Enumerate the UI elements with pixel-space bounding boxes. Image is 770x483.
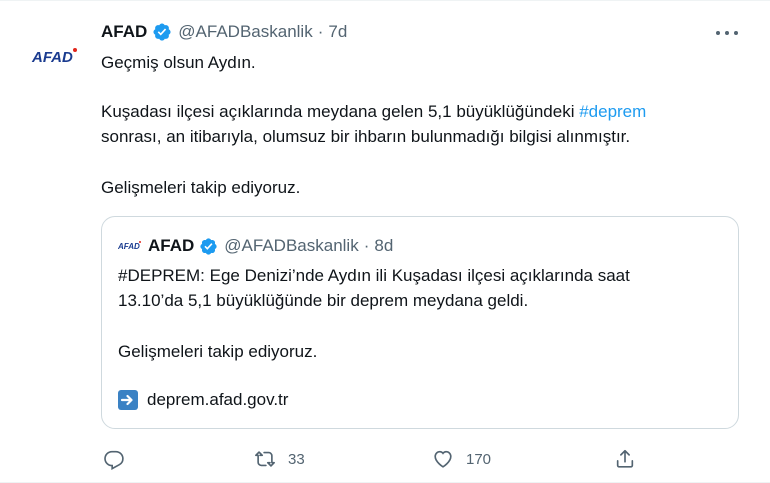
tweet-text-segment: Kuşadası ilçesi açıklarında meydana gele… [101,102,580,121]
afad-logo-dot [73,48,77,52]
tweet-text-closing: Gelişmeleri takip ediyoruz. [101,178,301,197]
hashtag-link[interactable]: #deprem [579,102,646,121]
quoted-text-closing: Gelişmeleri takip ediyoruz. [118,342,318,361]
afad-logo-text: AFAD [31,49,73,66]
avatar[interactable]: AFAD [26,31,80,85]
tweet-time[interactable]: 7d [328,22,347,42]
quoted-afad-logo-dot [139,241,141,243]
retweet-count: 33 [288,450,305,468]
quoted-text-line: #DEPREM: Ege Denizi’nde Aydın ili Kuşada… [118,266,630,285]
external-link[interactable]: deprem.afad.gov.tr [118,389,288,411]
reply-button[interactable] [103,446,125,472]
retweet-button[interactable]: 33 [254,446,305,472]
quoted-afad-logo-text: AFAD [118,242,140,251]
heart-icon [432,448,454,470]
share-icon [614,448,636,470]
tweet[interactable]: AFAD AFAD @AFADBaskanlik · 7d Geçmiş ols… [0,0,770,483]
author-handle[interactable]: @AFADBaskanlik [178,22,312,42]
tweet-header: AFAD @AFADBaskanlik · 7d [101,21,347,43]
quoted-tweet-time[interactable]: 8d [374,236,393,256]
arrow-right-box-icon [118,390,138,410]
like-button[interactable]: 170 [432,446,491,472]
verified-badge-icon [199,237,218,256]
author-name[interactable]: AFAD [101,22,147,42]
like-count: 170 [466,450,492,468]
verified-badge-icon [152,22,172,42]
action-bar: 33 170 [0,446,770,472]
tweet-text-greeting: Geçmiş olsun Aydın. [101,53,256,72]
separator-dot: · [363,236,370,255]
tweet-text-line: sonrası, an itibarıyla, olumsuz bir ihba… [101,127,631,146]
link-text[interactable]: deprem.afad.gov.tr [147,390,288,410]
share-button[interactable] [614,446,636,472]
quoted-author-name[interactable]: AFAD [148,236,194,256]
quoted-avatar[interactable]: AFAD [117,238,142,252]
tweet-text-line: Kuşadası ilçesi açıklarında meydana gele… [101,99,646,124]
quoted-tweet[interactable]: AFAD AFAD @AFADBaskanlik · 8d #DEPREM: E… [101,216,739,429]
separator-dot: · [317,22,324,41]
retweet-icon [254,448,276,470]
quoted-text-line: 13.10’da 5,1 büyüklüğünde bir deprem mey… [118,291,529,310]
reply-icon [103,448,125,470]
quoted-header: AFAD @AFADBaskanlik · 8d [148,235,393,257]
more-options-icon[interactable] [716,23,738,43]
quoted-author-handle[interactable]: @AFADBaskanlik [224,236,358,256]
